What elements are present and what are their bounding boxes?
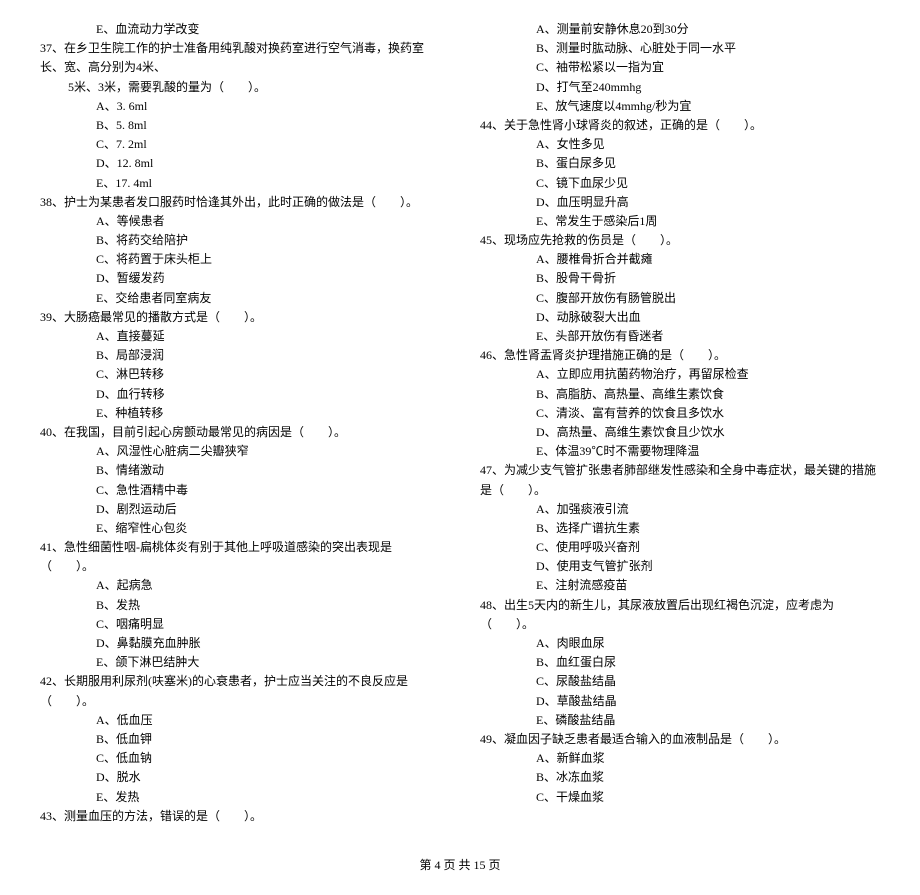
q42-option-d: D、脱水 xyxy=(40,768,440,787)
q47-option-e: E、注射流感疫苗 xyxy=(480,576,880,595)
q39-stem: 39、大肠癌最常见的播散方式是（ ）。 xyxy=(40,308,440,327)
q41-option-a: A、起病急 xyxy=(40,576,440,595)
q42-option-b: B、低血钾 xyxy=(40,730,440,749)
q48-option-b: B、血红蛋白尿 xyxy=(480,653,880,672)
q44-option-a: A、女性多见 xyxy=(480,135,880,154)
q39-option-c: C、淋巴转移 xyxy=(40,365,440,384)
q45-stem: 45、现场应先抢救的伤员是（ ）。 xyxy=(480,231,880,250)
q48-option-a: A、肉眼血尿 xyxy=(480,634,880,653)
q39-option-a: A、直接蔓延 xyxy=(40,327,440,346)
q43-option-c: C、袖带松紧以一指为宜 xyxy=(480,58,880,77)
q41-option-c: C、咽痛明显 xyxy=(40,615,440,634)
q44-option-e: E、常发生于感染后1周 xyxy=(480,212,880,231)
q48-stem: 48、出生5天内的新生儿，其尿液放置后出现红褐色沉淀，应考虑为（ ）。 xyxy=(480,596,880,634)
q49-stem: 49、凝血因子缺乏患者最适合输入的血液制品是（ ）。 xyxy=(480,730,880,749)
q38-option-d: D、暂缓发药 xyxy=(40,269,440,288)
q49-option-b: B、冰冻血浆 xyxy=(480,768,880,787)
q39-option-b: B、局部浸润 xyxy=(40,346,440,365)
q49-option-c: C、干燥血浆 xyxy=(480,788,880,807)
q45-option-b: B、股骨干骨折 xyxy=(480,269,880,288)
q43-option-e: E、放气速度以4mmhg/秒为宜 xyxy=(480,97,880,116)
q42-option-a: A、低血压 xyxy=(40,711,440,730)
q46-option-e: E、体温39℃时不需要物理降温 xyxy=(480,442,880,461)
q46-option-b: B、高脂肪、高热量、高维生素饮食 xyxy=(480,385,880,404)
q40-option-b: B、情绪激动 xyxy=(40,461,440,480)
q37-option-d: D、12. 8ml xyxy=(40,154,440,173)
q47-option-c: C、使用呼吸兴奋剂 xyxy=(480,538,880,557)
q38-option-b: B、将药交给陪护 xyxy=(40,231,440,250)
q40-stem: 40、在我国，目前引起心房颤动最常见的病因是（ ）。 xyxy=(40,423,440,442)
q37-option-c: C、7. 2ml xyxy=(40,135,440,154)
q37-option-a: A、3. 6ml xyxy=(40,97,440,116)
q48-option-d: D、草酸盐结晶 xyxy=(480,692,880,711)
q41-option-e: E、颌下淋巴结肿大 xyxy=(40,653,440,672)
q37-stem: 37、在乡卫生院工作的护士准备用纯乳酸对换药室进行空气消毒，换药室长、宽、高分别… xyxy=(40,39,440,77)
q43-option-d: D、打气至240mmhg xyxy=(480,78,880,97)
q40-option-e: E、缩窄性心包炎 xyxy=(40,519,440,538)
q42-stem: 42、长期服用利尿剂(呋塞米)的心衰患者，护士应当关注的不良反应是（ ）。 xyxy=(40,672,440,710)
q43-stem: 43、测量血压的方法，错误的是（ ）。 xyxy=(40,807,440,826)
q40-option-d: D、剧烈运动后 xyxy=(40,500,440,519)
q49-option-a: A、新鲜血浆 xyxy=(480,749,880,768)
q41-option-d: D、鼻黏膜充血肿胀 xyxy=(40,634,440,653)
q41-option-b: B、发热 xyxy=(40,596,440,615)
q37-option-b: B、5. 8ml xyxy=(40,116,440,135)
q38-option-a: A、等候患者 xyxy=(40,212,440,231)
q45-option-a: A、腰椎骨折合并截瘫 xyxy=(480,250,880,269)
q46-option-a: A、立即应用抗菌药物治疗，再留尿检查 xyxy=(480,365,880,384)
q45-option-e: E、头部开放伤有昏迷者 xyxy=(480,327,880,346)
q45-option-d: D、动脉破裂大出血 xyxy=(480,308,880,327)
q46-option-d: D、高热量、高维生素饮食且少饮水 xyxy=(480,423,880,442)
q44-option-b: B、蛋白尿多见 xyxy=(480,154,880,173)
q39-option-e: E、种植转移 xyxy=(40,404,440,423)
q45-option-c: C、腹部开放伤有肠管脱出 xyxy=(480,289,880,308)
q43-option-a: A、测量前安静休息20到30分 xyxy=(480,20,880,39)
q39-option-d: D、血行转移 xyxy=(40,385,440,404)
q41-stem: 41、急性细菌性咽-扁桃体炎有别于其他上呼吸道感染的突出表现是（ ）。 xyxy=(40,538,440,576)
q40-option-a: A、风湿性心脏病二尖瓣狭窄 xyxy=(40,442,440,461)
q47-option-d: D、使用支气管扩张剂 xyxy=(480,557,880,576)
q40-option-c: C、急性酒精中毒 xyxy=(40,481,440,500)
q46-option-c: C、清淡、富有营养的饮食且多饮水 xyxy=(480,404,880,423)
page-footer: 第 4 页 共 15 页 xyxy=(40,856,880,875)
q38-option-c: C、将药置于床头柜上 xyxy=(40,250,440,269)
q44-option-c: C、镜下血尿少见 xyxy=(480,174,880,193)
q42-option-e: E、发热 xyxy=(40,788,440,807)
q42-option-c: C、低血钠 xyxy=(40,749,440,768)
q36-option-e: E、血流动力学改变 xyxy=(40,20,440,39)
q47-stem: 47、为减少支气管扩张患者肺部继发性感染和全身中毒症状，最关键的措施是（ ）。 xyxy=(480,461,880,499)
q48-option-c: C、尿酸盐结晶 xyxy=(480,672,880,691)
q37-stem-cont: 5米、3米，需要乳酸的量为（ ）。 xyxy=(40,78,440,97)
q43-option-b: B、测量时肱动脉、心脏处于同一水平 xyxy=(480,39,880,58)
q48-option-e: E、磷酸盐结晶 xyxy=(480,711,880,730)
q47-option-a: A、加强痰液引流 xyxy=(480,500,880,519)
q38-stem: 38、护士为某患者发口服药时恰逢其外出，此时正确的做法是（ ）。 xyxy=(40,193,440,212)
q47-option-b: B、选择广谱抗生素 xyxy=(480,519,880,538)
two-column-layout: E、血流动力学改变 37、在乡卫生院工作的护士准备用纯乳酸对换药室进行空气消毒，… xyxy=(40,20,880,826)
q38-option-e: E、交给患者同室病友 xyxy=(40,289,440,308)
left-column: E、血流动力学改变 37、在乡卫生院工作的护士准备用纯乳酸对换药室进行空气消毒，… xyxy=(40,20,440,826)
q44-option-d: D、血压明显升高 xyxy=(480,193,880,212)
q44-stem: 44、关于急性肾小球肾炎的叙述，正确的是（ ）。 xyxy=(480,116,880,135)
right-column: A、测量前安静休息20到30分 B、测量时肱动脉、心脏处于同一水平 C、袖带松紧… xyxy=(480,20,880,826)
q46-stem: 46、急性肾盂肾炎护理措施正确的是（ ）。 xyxy=(480,346,880,365)
q37-option-e: E、17. 4ml xyxy=(40,174,440,193)
